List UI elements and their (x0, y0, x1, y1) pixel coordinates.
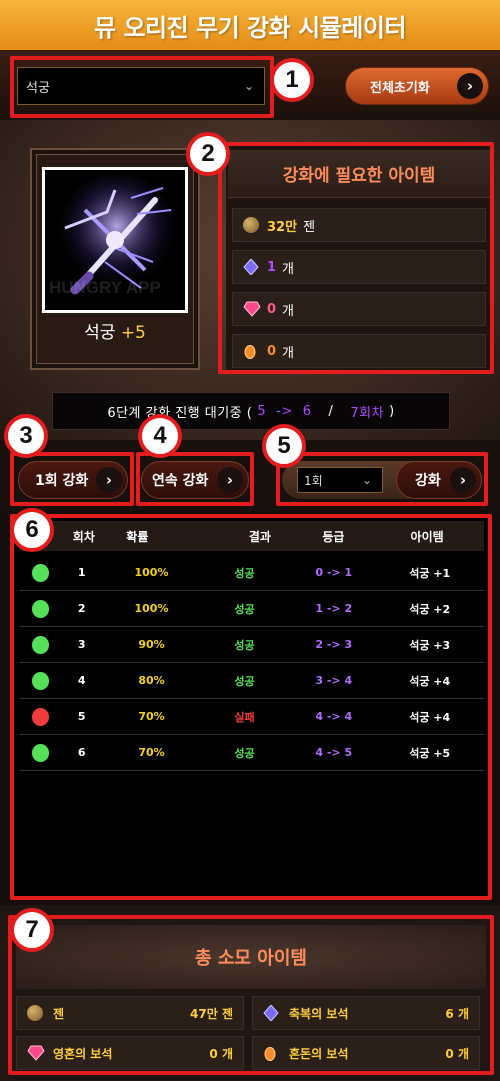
status-bar: 6단계 강화 진행 대기중 ( 5 -> 6 / 7회차 ) (52, 392, 450, 430)
reset-all-button[interactable]: 전체초기화 › (345, 67, 489, 105)
annotation-box-2 (218, 142, 494, 374)
weapon-select[interactable]: 석궁 ⌄ (17, 67, 265, 105)
app-header: 뮤 오리진 무기 강화 시뮬레이터 (0, 0, 500, 50)
count-enhance-button[interactable]: 강화 › (396, 461, 482, 499)
count-enhance-label: 강화 (415, 473, 441, 489)
status-prefix: 6단계 강화 진행 대기중 ( (107, 405, 253, 421)
single-enhance-button[interactable]: 1회 강화 › (18, 461, 128, 499)
annotation-box-6 (10, 514, 492, 900)
image-watermark: HUNGRY APP (49, 278, 161, 297)
annotation-badge-6: 6 (10, 508, 54, 552)
annotation-badge-3: 3 (4, 414, 48, 458)
status-count: 7회차 (350, 405, 385, 421)
chevron-down-icon: ⌄ (243, 79, 254, 93)
status-sep: / (328, 403, 334, 419)
single-enhance-label: 1회 강화 (35, 473, 89, 489)
count-select-value: 1회 (304, 473, 323, 488)
chevron-right-icon: › (450, 467, 476, 493)
status-to: 6 (302, 403, 312, 419)
chevron-right-icon: › (217, 467, 243, 493)
item-image: HUNGRY APP (42, 167, 188, 313)
reset-all-label: 전체초기화 (370, 80, 430, 96)
status-suffix: ) (389, 403, 395, 419)
item-level: +5 (120, 323, 146, 343)
annotation-badge-7: 7 (10, 908, 54, 952)
weapon-select-value: 석궁 (26, 80, 50, 96)
chevron-down-icon: ⌄ (361, 473, 372, 487)
annotation-box-7 (8, 915, 494, 1075)
annotation-badge-5: 5 (262, 424, 306, 468)
item-name: 석궁 +5 (30, 318, 200, 343)
annotation-badge-4: 4 (138, 414, 182, 458)
count-select[interactable]: 1회 ⌄ (297, 467, 383, 493)
continuous-enhance-label: 연속 강화 (152, 473, 209, 489)
chevron-right-icon: › (457, 73, 483, 99)
annotation-badge-1: 1 (270, 58, 314, 102)
continuous-enhance-button[interactable]: 연속 강화 › (141, 461, 249, 499)
chevron-right-icon: › (96, 467, 122, 493)
annotation-badge-2: 2 (186, 132, 230, 176)
status-arrow: -> (276, 403, 293, 419)
page-title: 뮤 오리진 무기 강화 시뮬레이터 (94, 13, 406, 42)
status-from: 5 (257, 403, 267, 419)
item-name-text: 석궁 (84, 323, 116, 343)
